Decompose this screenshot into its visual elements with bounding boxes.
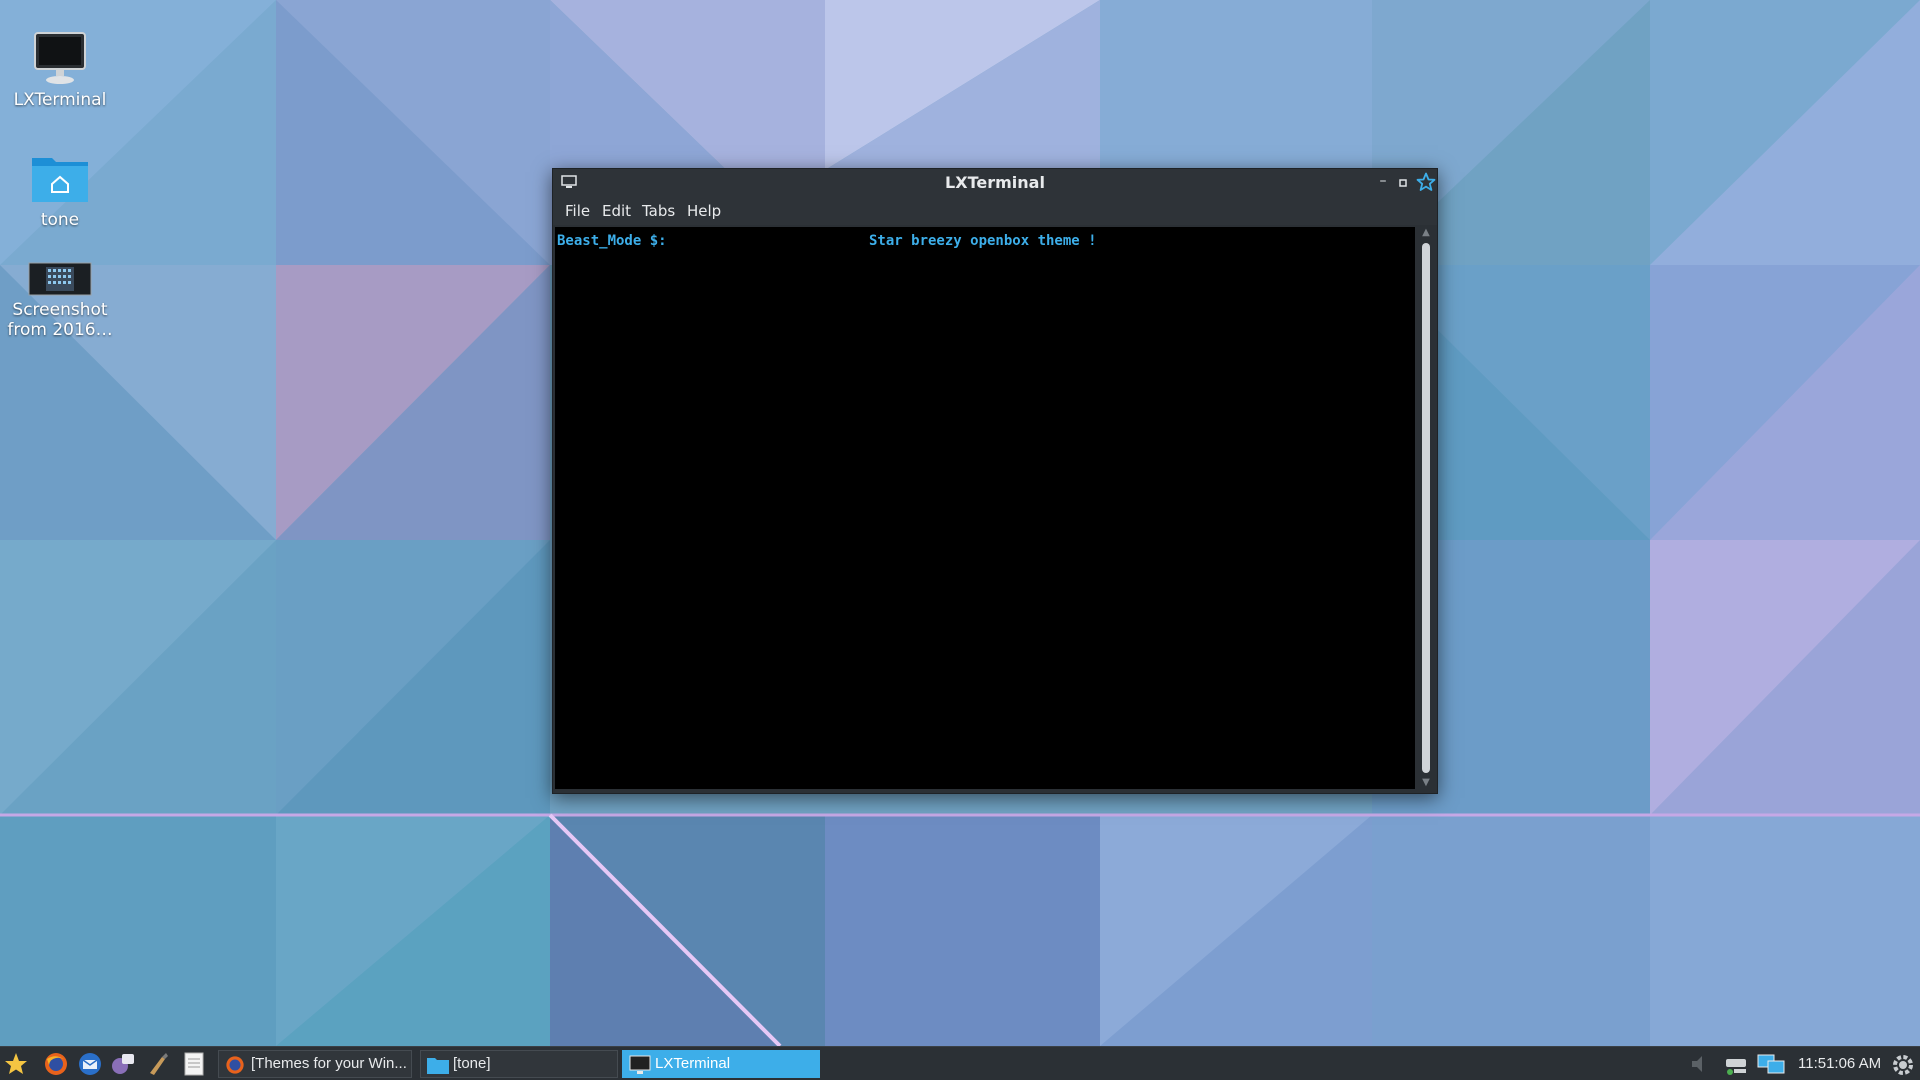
- thunderbird-icon[interactable]: [76, 1051, 104, 1077]
- image-file-icon: [28, 262, 92, 296]
- minimize-button[interactable]: –: [1375, 172, 1391, 194]
- task-tone-folder[interactable]: [tone]: [420, 1050, 618, 1078]
- home-folder-icon: [32, 158, 88, 202]
- task-label: [Themes for your Win...: [251, 1055, 407, 1072]
- terminal-prompt: Beast_Mode $:: [557, 233, 667, 249]
- network-display-icon[interactable]: [1756, 1053, 1786, 1077]
- scrollbar-thumb[interactable]: [1422, 243, 1430, 773]
- firefox-icon: [226, 1056, 244, 1074]
- scroll-up-arrow-icon[interactable]: ▲: [1419, 227, 1433, 239]
- desktop-icon-label: Screenshot from 2016…: [7, 300, 113, 340]
- taskbar: [Themes for your Win... [tone] LXTermina…: [0, 1046, 1920, 1080]
- desktop-icon-tone[interactable]: tone: [4, 150, 116, 230]
- task-label: [tone]: [453, 1055, 491, 1072]
- menu-file[interactable]: File: [565, 202, 590, 220]
- desktop[interactable]: LXTerminal tone Screenshot from 2016… LX…: [0, 0, 1920, 1080]
- menu-edit[interactable]: Edit: [602, 202, 631, 220]
- terminal-icon: [34, 32, 86, 84]
- terminal-output[interactable]: Beast_Mode $: Star breezy openbox theme …: [555, 227, 1415, 789]
- menu-help[interactable]: Help: [687, 202, 721, 220]
- brush-icon[interactable]: [144, 1051, 172, 1077]
- task-firefox-themes[interactable]: [Themes for your Win...: [218, 1050, 412, 1078]
- maximize-icon: [1399, 179, 1407, 187]
- terminal-scrollbar[interactable]: ▲ ▼: [1417, 227, 1435, 789]
- star-icon: [1416, 172, 1436, 191]
- gear-icon[interactable]: [1890, 1052, 1916, 1078]
- desktop-icon-lxterminal[interactable]: LXTerminal: [4, 30, 116, 110]
- window-title: LXTerminal: [945, 173, 1045, 192]
- folder-icon: [427, 1058, 449, 1074]
- close-button[interactable]: [1415, 172, 1437, 194]
- firefox-icon[interactable]: [42, 1051, 70, 1077]
- menu-bar: File Edit Tabs Help: [553, 197, 1437, 225]
- desktop-icon-label: LXTerminal: [13, 90, 107, 110]
- clock[interactable]: 11:51:06 AM: [1798, 1055, 1881, 1072]
- terminal-icon: [629, 1055, 651, 1074]
- network-wired-icon[interactable]: [1722, 1053, 1750, 1077]
- volume-icon[interactable]: [1690, 1053, 1710, 1075]
- messenger-icon[interactable]: [110, 1051, 138, 1077]
- maximize-button[interactable]: [1395, 172, 1411, 194]
- task-lxterminal[interactable]: LXTerminal: [622, 1050, 820, 1078]
- desktop-icon-label: tone: [40, 210, 80, 230]
- desktop-icon-screenshot[interactable]: Screenshot from 2016…: [4, 262, 116, 340]
- terminal-output-line: Star breezy openbox theme !: [869, 233, 1097, 249]
- text-editor-icon[interactable]: [180, 1051, 208, 1077]
- menu-star-icon[interactable]: [2, 1051, 30, 1077]
- scroll-down-arrow-icon[interactable]: ▼: [1419, 777, 1433, 789]
- menu-tabs[interactable]: Tabs: [642, 202, 675, 220]
- terminal-window[interactable]: LXTerminal – File Edit Tabs Help Beast_M…: [552, 168, 1438, 794]
- task-label: LXTerminal: [655, 1055, 731, 1072]
- window-titlebar[interactable]: LXTerminal –: [553, 169, 1437, 197]
